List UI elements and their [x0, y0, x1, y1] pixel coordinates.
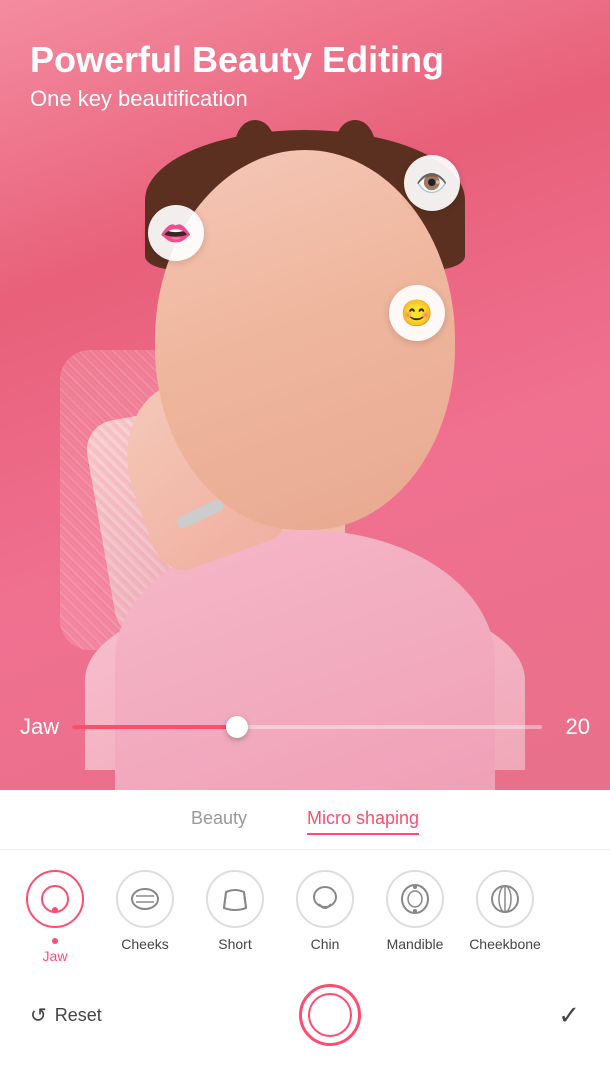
confirm-icon: ✓ — [558, 1000, 580, 1030]
slider-thumb[interactable] — [226, 716, 248, 738]
float-icon-lips[interactable]: 👄 — [148, 205, 204, 261]
tool-cheekbone-icon-wrap — [476, 870, 534, 928]
bottom-panel: Beauty Micro shaping Jaw — [0, 790, 610, 1085]
tab-micro-shaping[interactable]: Micro shaping — [307, 808, 419, 835]
tool-mandible[interactable]: Mandible — [370, 870, 460, 952]
tool-mandible-icon-wrap — [386, 870, 444, 928]
tool-jaw[interactable]: Jaw — [10, 870, 100, 964]
slider-track[interactable] — [72, 725, 542, 729]
tool-mandible-label: Mandible — [387, 936, 444, 952]
tool-cheekbone-label: Cheekbone — [469, 936, 541, 952]
cheekbone-svg-icon — [488, 882, 522, 916]
slider-fill — [72, 725, 237, 729]
tool-cheekbone[interactable]: Cheekbone — [460, 870, 550, 952]
sub-title: One key beautification — [30, 86, 444, 112]
slider-label: Jaw — [20, 714, 60, 740]
float-icon-face[interactable]: 😊 — [389, 285, 445, 341]
short-svg-icon — [218, 882, 252, 916]
eye-icon: 👁️ — [416, 168, 448, 199]
tool-cheeks[interactable]: Cheeks — [100, 870, 190, 952]
reset-label: Reset — [55, 1005, 102, 1026]
tools-row: Jaw Cheeks Short — [0, 850, 610, 974]
tool-chin-icon-wrap — [296, 870, 354, 928]
mandible-svg-icon — [398, 882, 432, 916]
tool-jaw-icon-wrap — [26, 870, 84, 928]
face-icon: 😊 — [401, 298, 433, 329]
cheeks-svg-icon — [128, 882, 162, 916]
tool-jaw-dot — [52, 938, 58, 944]
mode-tabs: Beauty Micro shaping — [0, 790, 610, 850]
bottom-actions: ↺ Reset ✓ — [0, 974, 610, 1046]
tool-cheeks-icon-wrap — [116, 870, 174, 928]
tool-jaw-label: Jaw — [43, 948, 68, 964]
jaw-slider-area: Jaw 20 — [20, 714, 590, 740]
tool-chin-label: Chin — [311, 936, 340, 952]
tool-short-icon-wrap — [206, 870, 264, 928]
capture-inner-ring — [308, 993, 352, 1037]
main-title: Powerful Beauty Editing — [30, 40, 444, 80]
jaw-svg-icon — [38, 882, 72, 916]
photo-editing-area: Powerful Beauty Editing One key beautifi… — [0, 0, 610, 790]
reset-button[interactable]: ↺ Reset — [30, 1003, 102, 1028]
tool-cheeks-label: Cheeks — [121, 936, 168, 952]
tool-short-label: Short — [218, 936, 251, 952]
confirm-button[interactable]: ✓ — [558, 1000, 580, 1031]
title-block: Powerful Beauty Editing One key beautifi… — [30, 40, 444, 112]
face-area — [65, 130, 545, 710]
capture-button[interactable] — [299, 984, 361, 1046]
chin-svg-icon — [308, 882, 342, 916]
reset-icon: ↺ — [30, 1003, 47, 1028]
tool-chin[interactable]: Chin — [280, 870, 370, 952]
float-icon-eye[interactable]: 👁️ — [404, 155, 460, 211]
slider-value: 20 — [554, 714, 590, 740]
tab-beauty[interactable]: Beauty — [191, 808, 247, 835]
tool-short[interactable]: Short — [190, 870, 280, 952]
lips-icon: 👄 — [160, 218, 192, 249]
